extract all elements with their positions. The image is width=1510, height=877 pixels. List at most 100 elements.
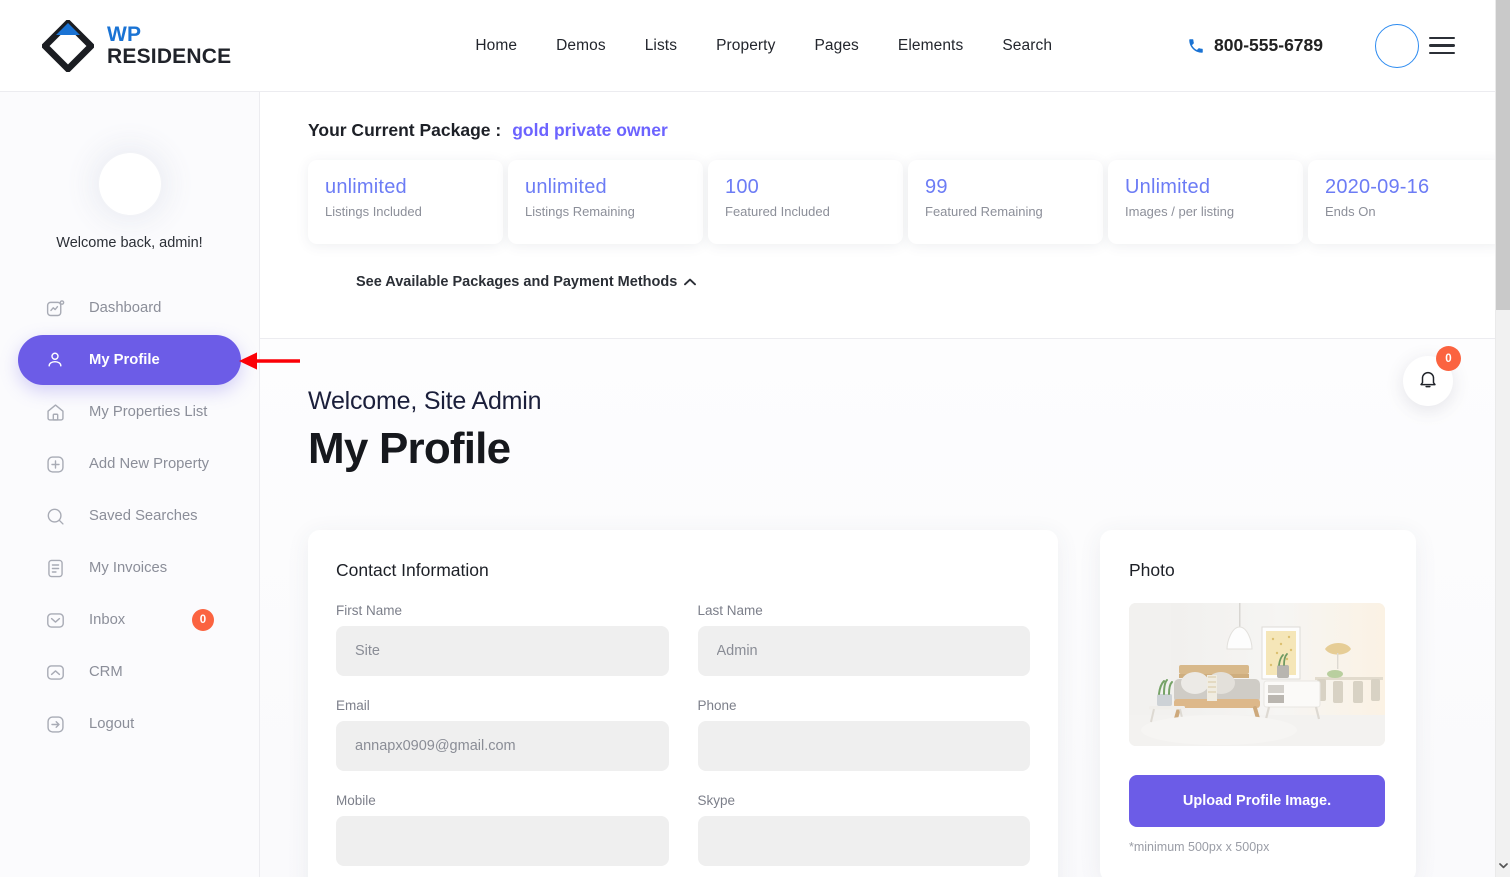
email-input[interactable] [336, 721, 669, 771]
phone-input[interactable] [697, 721, 1030, 771]
invoice-icon [44, 557, 66, 579]
package-stat-label: Featured Included [725, 204, 830, 219]
user-avatar-circle[interactable] [1375, 23, 1419, 68]
site-header: WP RESIDENCE Home Demos Lists Property P… [0, 0, 1495, 92]
contact-form: First Name Last Name Email Phone [336, 603, 1030, 877]
sidebar-item-label: Add New Property [89, 456, 210, 472]
page-root: WP RESIDENCE Home Demos Lists Property P… [0, 0, 1510, 877]
package-stat-card: 100 Featured Included [708, 160, 903, 244]
nav-item-lists[interactable]: Lists [645, 37, 677, 55]
package-stat-card: Unlimited Images / per listing [1108, 160, 1303, 244]
nav-item-search[interactable]: Search [1002, 37, 1052, 55]
nav-item-demos[interactable]: Demos [556, 37, 606, 55]
red-arrow-pointing-left [238, 352, 300, 370]
profile-avatar[interactable] [98, 153, 161, 215]
sidebar-item-label: Saved Searches [89, 508, 198, 524]
contact-information-card: Contact Information First Name Last Name… [308, 530, 1058, 877]
sidebar-item-label: Logout [89, 716, 135, 732]
package-stat-value: unlimited [325, 176, 407, 198]
sidebar-item-dashboard[interactable]: Dashboard [18, 283, 241, 333]
home-icon [44, 401, 66, 423]
field-label: Phone [697, 698, 737, 713]
main-navigation: Home Demos Lists Property Pages Elements… [475, 37, 1052, 55]
nav-item-elements[interactable]: Elements [898, 37, 963, 55]
sidebar-item-inbox[interactable]: Inbox 0 [18, 595, 241, 645]
profile-section: Welcome, Site Admin My Profile Contact I… [260, 339, 1495, 877]
skype-input[interactable] [697, 816, 1030, 866]
sidebar-item-label: My Invoices [89, 560, 168, 576]
field-phone: Phone [697, 698, 1030, 771]
scroll-down-arrow-icon[interactable] [1496, 858, 1510, 874]
sidebar-item-logout[interactable]: Logout [18, 699, 241, 749]
sidebar-item-crm[interactable]: CRM [18, 647, 241, 697]
page-scrollbar[interactable] [1495, 0, 1510, 877]
package-stat-card: 99 Featured Remaining [908, 160, 1103, 244]
field-label: First Name [336, 603, 403, 618]
package-stat-value: 99 [925, 176, 948, 198]
sidebar-item-my-invoices[interactable]: My Invoices [18, 543, 241, 593]
current-package-panel: Your Current Package : gold private owne… [260, 92, 1495, 338]
photo-min-size-note: *minimum 500px x 500px [1129, 840, 1270, 854]
package-stat-value: 100 [725, 176, 759, 198]
logo-line-2: RESIDENCE [107, 44, 232, 68]
notifications-button[interactable]: 0 [1403, 346, 1461, 406]
nav-item-property[interactable]: Property [716, 37, 775, 55]
sidebar-item-label: My Profile [89, 352, 160, 368]
mobile-input[interactable] [336, 816, 669, 866]
photo-card: Photo Upload Profile Image. *minimum 500… [1100, 530, 1416, 877]
package-stat-label: Listings Included [325, 204, 422, 219]
package-stat-value: 2020-09-16 [1325, 176, 1430, 198]
phone-icon [1187, 37, 1205, 55]
field-label: Last Name [697, 603, 763, 618]
contact-information-heading: Contact Information [336, 560, 489, 580]
field-last-name: Last Name [697, 603, 1030, 676]
envelope-icon [44, 609, 66, 631]
logo-text: WP RESIDENCE [107, 24, 231, 67]
photo-heading: Photo [1129, 560, 1175, 580]
package-stat-label: Images / per listing [1125, 204, 1235, 219]
sidebar-item-add-new-property[interactable]: Add New Property [18, 439, 241, 489]
field-first-name: First Name [336, 603, 669, 676]
field-label: Mobile [336, 793, 376, 808]
dashboard-icon [44, 297, 66, 319]
package-stat-card: 2020-09-16 Ends On [1308, 160, 1495, 244]
package-stat-card: unlimited Listings Remaining [508, 160, 703, 244]
scrollbar-thumb[interactable] [1496, 0, 1510, 310]
sidebar-item-my-profile[interactable]: My Profile [18, 335, 241, 385]
inbox-badge: 0 [192, 609, 214, 631]
package-stat-card: unlimited Listings Included [308, 160, 503, 244]
nav-item-home[interactable]: Home [475, 37, 517, 55]
logo[interactable]: WP RESIDENCE [40, 17, 231, 74]
diamond-logo-icon [40, 17, 96, 74]
search-icon [44, 505, 66, 527]
hamburger-menu-icon[interactable] [1429, 36, 1455, 55]
logout-arrow-icon [44, 713, 66, 735]
nav-item-pages[interactable]: Pages [814, 37, 858, 55]
phone-link[interactable]: 800-555-6789 [1187, 35, 1323, 56]
page-title: My Profile [308, 424, 511, 473]
sidebar-item-saved-searches[interactable]: Saved Searches [18, 491, 241, 541]
see-available-packages-toggle[interactable]: See Available Packages and Payment Metho… [308, 244, 1495, 312]
profile-cards-row: Contact Information First Name Last Name… [308, 530, 1495, 877]
package-stat-label: Listings Remaining [525, 204, 635, 219]
notification-count-badge: 0 [1436, 346, 1461, 371]
header-right-controls: 800-555-6789 [1187, 23, 1455, 68]
package-title-row: Your Current Package : gold private owne… [308, 120, 1495, 141]
see-available-packages-label: See Available Packages and Payment Metho… [356, 274, 678, 290]
field-label: Email [336, 698, 370, 713]
last-name-input[interactable] [697, 626, 1030, 676]
sidebar-item-my-properties-list[interactable]: My Properties List [18, 387, 241, 437]
sidebar-item-label: Inbox [89, 612, 126, 628]
field-label: Skype [697, 793, 736, 808]
field-email: Email [336, 698, 669, 771]
upload-profile-image-button[interactable]: Upload Profile Image. [1129, 775, 1385, 827]
package-stat-label: Featured Remaining [925, 204, 1043, 219]
bell-icon [1417, 368, 1439, 395]
logo-line-1: WP [107, 23, 142, 47]
plus-square-icon [44, 453, 66, 475]
chevron-up-icon [684, 274, 697, 290]
package-name: gold private owner [512, 120, 668, 140]
first-name-input[interactable] [336, 626, 669, 676]
field-mobile: Mobile [336, 793, 669, 866]
package-stats-cards: unlimited Listings Included unlimited Li… [308, 160, 1495, 244]
